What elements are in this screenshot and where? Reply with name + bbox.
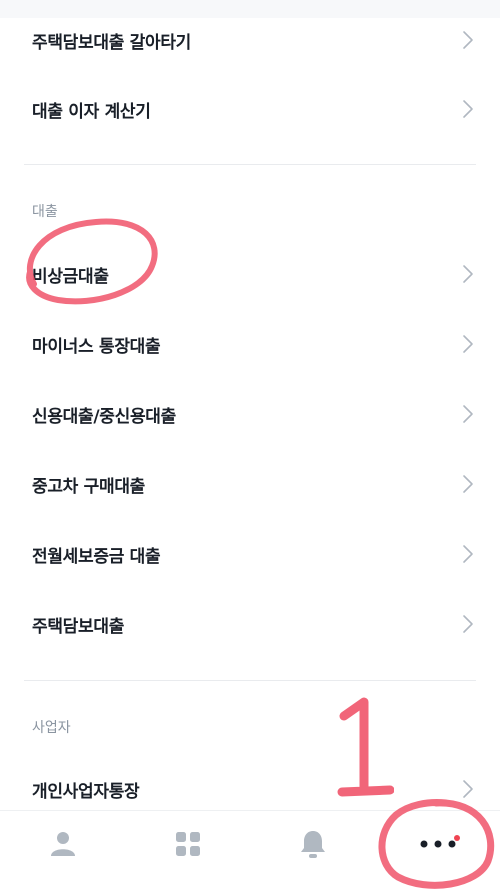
menu-item-label: 비상금대출 bbox=[32, 266, 109, 287]
menu-item-label: 주택담보대출 갈아타기 bbox=[32, 32, 192, 53]
tab-home[interactable] bbox=[0, 811, 125, 894]
menu-item-business-account[interactable]: 개인사업자통장 bbox=[0, 754, 500, 810]
chevron-right-icon bbox=[462, 779, 474, 799]
tab-benefits[interactable] bbox=[125, 811, 250, 894]
menu-item-label: 중고차 구매대출 bbox=[32, 476, 145, 497]
menu-item-minus-account-loan[interactable]: 마이너스 통장대출 bbox=[0, 309, 500, 379]
chevron-right-icon bbox=[462, 614, 474, 634]
grid-icon bbox=[175, 831, 200, 856]
tab-notifications[interactable] bbox=[250, 811, 375, 894]
section-title-business: 사업자 bbox=[32, 720, 71, 736]
menu-item-mortgage-refinance[interactable]: 주택담보대출 갈아타기 bbox=[0, 5, 500, 75]
chevron-right-icon bbox=[462, 544, 474, 564]
menu-item-loan-interest-calculator[interactable]: 대출 이자 계산기 bbox=[0, 74, 500, 144]
chevron-right-icon bbox=[462, 334, 474, 354]
section-title-loan: 대출 bbox=[32, 204, 58, 220]
menu-item-label: 전월세보증금 대출 bbox=[32, 546, 161, 567]
section-divider bbox=[24, 164, 476, 165]
menu-item-label: 개인사업자통장 bbox=[32, 781, 140, 802]
chevron-right-icon bbox=[462, 30, 474, 50]
chevron-right-icon bbox=[462, 264, 474, 284]
bottom-tab-bar bbox=[0, 799, 500, 894]
menu-item-jeonse-deposit-loan[interactable]: 전월세보증금 대출 bbox=[0, 519, 500, 589]
chevron-right-icon bbox=[462, 474, 474, 494]
notification-badge bbox=[454, 835, 460, 841]
menu-item-used-car-loan[interactable]: 중고차 구매대출 bbox=[0, 449, 500, 519]
bell-icon bbox=[300, 830, 325, 858]
menu-item-mortgage-loan[interactable]: 주택담보대출 bbox=[0, 589, 500, 659]
tab-more[interactable] bbox=[375, 799, 500, 894]
menu-list: 주택담보대출 갈아타기 대출 이자 계산기 대출 비상금대출 마이너스 통장대출… bbox=[0, 0, 500, 810]
menu-item-label: 대출 이자 계산기 bbox=[32, 101, 151, 122]
chevron-right-icon bbox=[462, 99, 474, 119]
menu-item-label: 신용대출/중신용대출 bbox=[32, 406, 176, 427]
menu-item-label: 마이너스 통장대출 bbox=[32, 336, 161, 357]
menu-item-label: 주택담보대출 bbox=[32, 616, 125, 637]
menu-item-credit-loan[interactable]: 신용대출/중신용대출 bbox=[0, 379, 500, 449]
person-icon bbox=[50, 831, 75, 856]
chevron-right-icon bbox=[462, 404, 474, 424]
menu-item-emergency-loan[interactable]: 비상금대출 bbox=[0, 239, 500, 309]
section-divider bbox=[24, 680, 476, 681]
more-icon bbox=[420, 840, 455, 847]
